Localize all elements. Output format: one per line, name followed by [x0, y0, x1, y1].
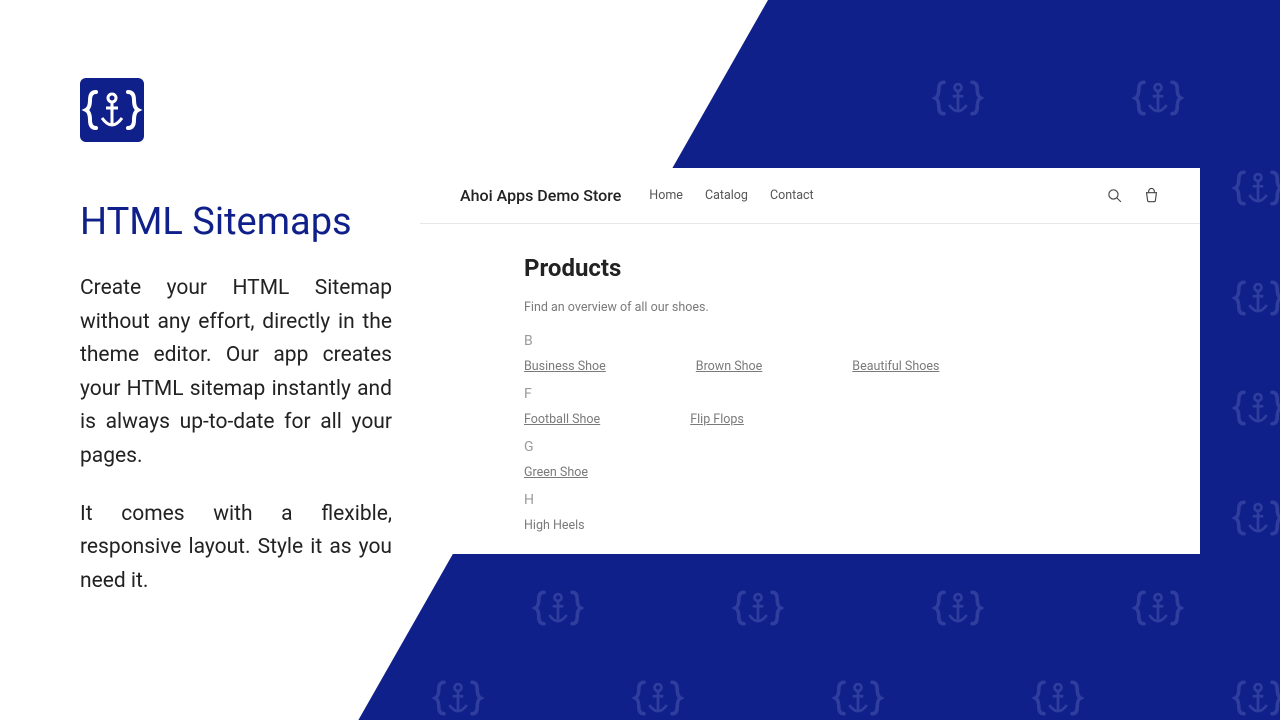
- pattern-icon: [1130, 70, 1186, 126]
- sitemap-link[interactable]: Green Shoe: [524, 465, 588, 480]
- pattern-icon: [1230, 160, 1280, 216]
- cart-icon[interactable]: [1143, 187, 1160, 204]
- marketing-copy: HTML Sitemaps Create your HTML Sitemap w…: [80, 200, 392, 598]
- store-header: Ahoi Apps Demo Store Home Catalog Contac…: [420, 168, 1200, 224]
- store-preview-card: Ahoi Apps Demo Store Home Catalog Contac…: [420, 168, 1200, 554]
- pattern-icon: [1230, 270, 1280, 326]
- pattern-icon: [830, 670, 886, 726]
- sitemap-link[interactable]: Flip Flops: [690, 412, 744, 427]
- store-name: Ahoi Apps Demo Store: [460, 186, 621, 205]
- nav-contact[interactable]: Contact: [770, 188, 814, 203]
- sitemap-link[interactable]: Brown Shoe: [696, 359, 763, 374]
- sitemap-link[interactable]: Beautiful Shoes: [852, 359, 939, 374]
- marketing-paragraph: Create your HTML Sitemap without any eff…: [80, 272, 392, 474]
- pattern-icon: [430, 670, 486, 726]
- search-icon[interactable]: [1106, 187, 1123, 204]
- letter-heading-h: H: [524, 492, 1160, 508]
- store-nav: Home Catalog Contact: [649, 188, 813, 203]
- sitemap-link[interactable]: High Heels: [524, 518, 585, 533]
- sitemap-subtitle: Find an overview of all our shoes.: [524, 300, 1160, 315]
- pattern-icon: [530, 580, 586, 636]
- sitemap-link[interactable]: Football Shoe: [524, 412, 600, 427]
- pattern-icon: [1030, 670, 1086, 726]
- letter-heading-g: G: [524, 439, 1160, 455]
- store-body: Products Find an overview of all our sho…: [420, 224, 1200, 533]
- page-title: HTML Sitemaps: [80, 200, 392, 244]
- pattern-icon: [930, 580, 986, 636]
- pattern-icon: [630, 670, 686, 726]
- app-logo-icon: [80, 78, 144, 142]
- pattern-icon: [730, 580, 786, 636]
- letter-heading-f: F: [524, 386, 1160, 402]
- sitemap-link[interactable]: Business Shoe: [524, 359, 606, 374]
- nav-home[interactable]: Home: [649, 188, 683, 203]
- pattern-icon: [1130, 580, 1186, 636]
- letter-heading-b: B: [524, 333, 1160, 349]
- nav-catalog[interactable]: Catalog: [705, 188, 748, 203]
- sitemap-heading: Products: [524, 254, 1160, 282]
- pattern-icon: [1230, 490, 1280, 546]
- pattern-icon: [930, 70, 986, 126]
- pattern-icon: [1230, 380, 1280, 436]
- marketing-paragraph: It comes with a flexible, responsive lay…: [80, 498, 392, 599]
- pattern-icon: [1230, 670, 1280, 726]
